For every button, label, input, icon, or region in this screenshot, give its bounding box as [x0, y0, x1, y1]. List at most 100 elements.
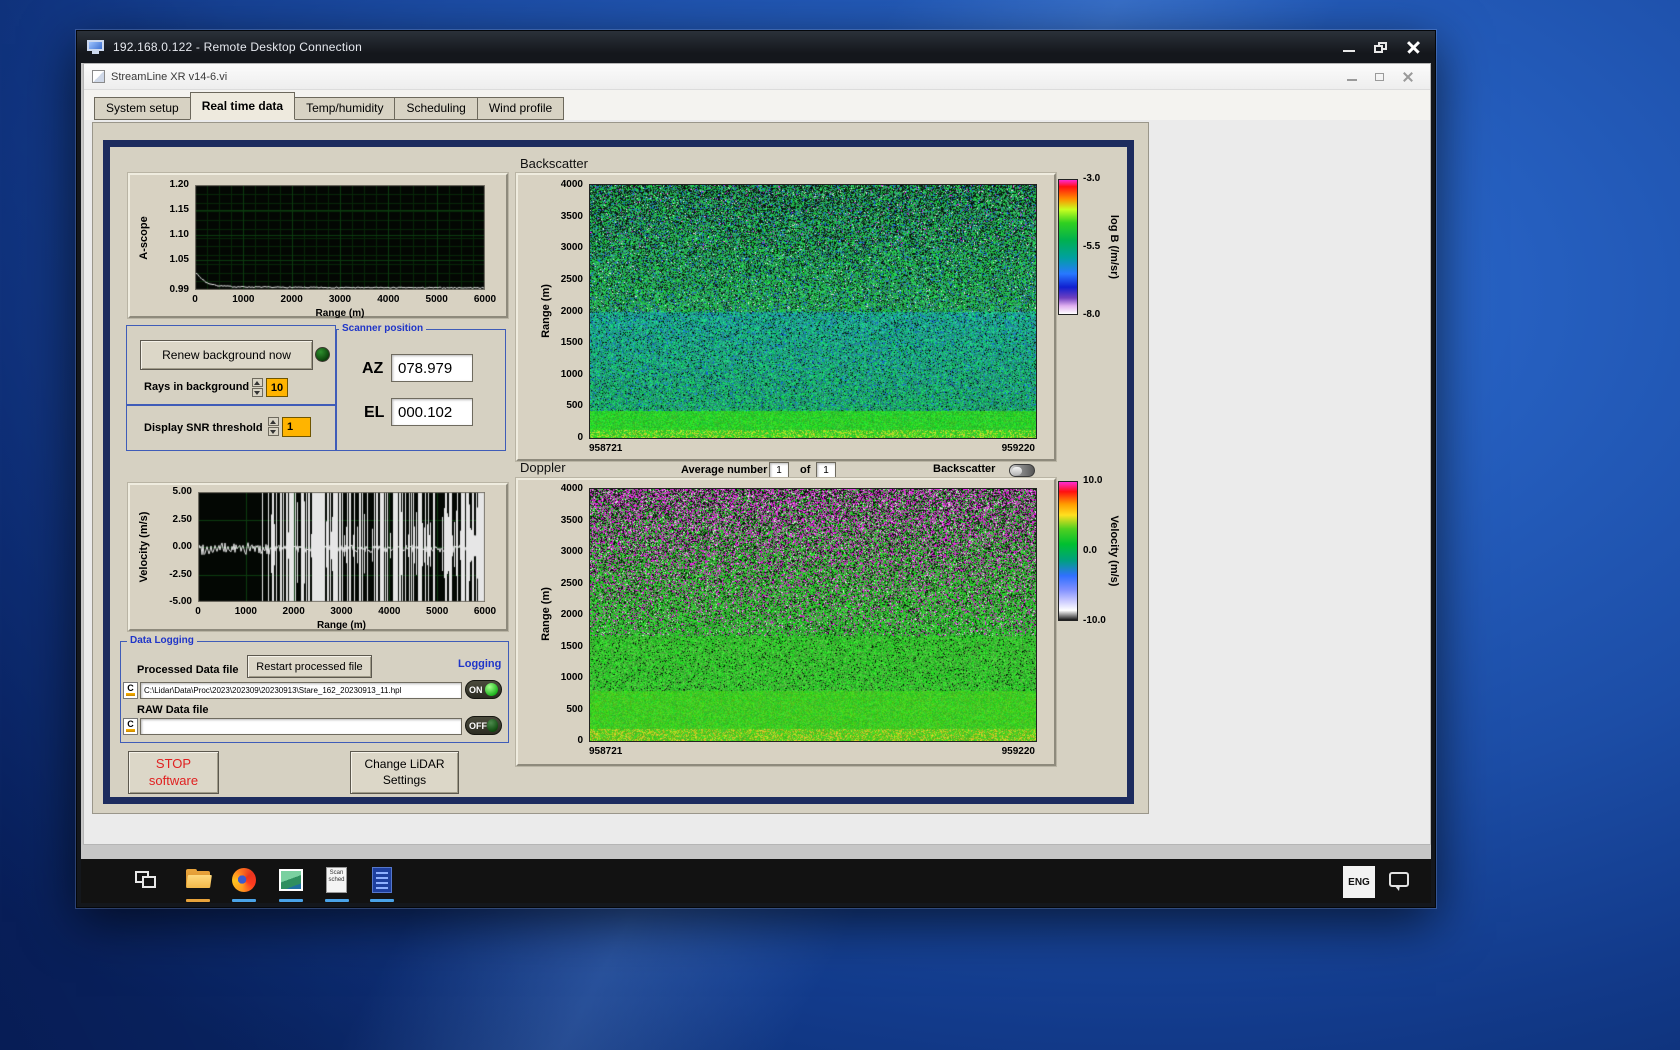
- photos-icon[interactable]: [278, 866, 304, 896]
- notification-chat-icon[interactable]: [1389, 872, 1409, 891]
- axis-tick-label: 5000: [425, 294, 448, 305]
- average-total-field[interactable]: 1: [816, 462, 836, 479]
- axis-tick-label: 958721: [589, 746, 623, 757]
- app-icon: [92, 70, 105, 83]
- rays-value-field[interactable]: 10: [266, 378, 288, 397]
- scanner-position-title: Scanner position: [339, 323, 427, 334]
- raw-data-file-label: RAW Data file: [137, 704, 209, 716]
- az-value-field[interactable]: 078.979: [391, 354, 473, 382]
- axis-tick-label: 3000: [560, 242, 583, 254]
- of-label: of: [800, 464, 811, 476]
- axis-tick-label: 500: [566, 400, 583, 412]
- average-number-label: Average number: [681, 464, 768, 476]
- stop-software-button[interactable]: STOP software: [128, 751, 219, 794]
- task-view-icon[interactable]: [133, 866, 159, 896]
- tab-bar: System setup Real time data Temp/humidity S…: [84, 90, 1430, 120]
- tab-scheduling[interactable]: Scheduling: [394, 97, 478, 120]
- axis-tick-label: 1.05: [169, 254, 189, 265]
- app-titlebar[interactable]: StreamLine XR v14-6.vi: [84, 64, 1430, 90]
- rdp-titlebar[interactable]: 192.168.0.122 - Remote Desktop Connectio…: [77, 31, 1435, 63]
- tab-wind-profile[interactable]: Wind profile: [476, 97, 565, 120]
- el-value-field[interactable]: 000.102: [391, 398, 473, 426]
- axis-tick-label: 0: [577, 735, 583, 746]
- axis-tick-label: 1000: [560, 672, 583, 683]
- axis-tick-label: 0: [192, 294, 198, 305]
- axis-tick-label: 1500: [560, 337, 583, 349]
- axis-tick-label: 2500: [560, 273, 583, 285]
- ascope-plot: [195, 185, 485, 290]
- logging-on-label: ON: [469, 684, 483, 695]
- el-label: EL: [364, 404, 385, 421]
- change-lidar-settings-button[interactable]: Change LiDAR Settings: [350, 751, 459, 794]
- rdp-restore-button[interactable]: [1365, 36, 1397, 58]
- axis-tick-label: 4000: [377, 294, 400, 305]
- colorbar-axis-label: Velocity (m/s): [1108, 515, 1120, 587]
- blue-document-running-indicator: [370, 899, 394, 902]
- drive-c-icon[interactable]: C: [123, 682, 138, 699]
- backscatter-plot: [589, 184, 1037, 439]
- axis-tick-label: 0: [195, 606, 201, 617]
- stop-label-line1: STOP: [155, 756, 192, 772]
- axis-tick-label: -2.50: [169, 568, 192, 580]
- axis-tick-label: 4000: [378, 606, 401, 617]
- front-panel: 1.20 1.15 1.10 1.05 0.99 0 1000 2000 3000 4000 500…: [92, 122, 1149, 814]
- tab-real-time-data[interactable]: Real time data: [189, 92, 296, 120]
- processed-path-field[interactable]: C:\Lidar\Data\Proc\2023\202309\20230913\…: [140, 682, 462, 699]
- firefox-running-indicator: [232, 899, 256, 902]
- axis-tick-label: 5.00: [172, 486, 192, 497]
- axis-tick-label: 959220: [1001, 443, 1035, 454]
- ascope-chart: 1.20 1.15 1.10 1.05 0.99 0 1000 2000 3000 4000 500…: [128, 173, 508, 319]
- backscatter-toggle[interactable]: [1009, 464, 1035, 477]
- firefox-icon[interactable]: [231, 866, 257, 896]
- raw-path-field[interactable]: [140, 718, 462, 735]
- scan-sched-icon[interactable]: Scan sched: [324, 866, 350, 896]
- restart-processed-file-button[interactable]: Restart processed file: [247, 655, 372, 678]
- axis-tick-label: 1.15: [169, 204, 189, 215]
- velocity-plot: [198, 492, 485, 602]
- app-restore-button[interactable]: [1366, 68, 1394, 86]
- file-explorer-running-indicator: [186, 899, 210, 902]
- raw-off-label: OFF: [469, 720, 487, 731]
- app-minimize-button[interactable]: [1338, 68, 1366, 86]
- snr-value-field[interactable]: 1: [282, 417, 311, 437]
- rdp-minimize-button[interactable]: [1333, 36, 1365, 58]
- background-led: [315, 347, 330, 362]
- logging-on-toggle[interactable]: ON: [465, 680, 502, 699]
- axis-tick-label: 2000: [560, 609, 583, 620]
- scan-sched-icon-label: Scan sched: [326, 867, 347, 893]
- raw-logging-toggle[interactable]: OFF: [465, 716, 502, 735]
- language-indicator[interactable]: ENG: [1343, 866, 1375, 898]
- data-logging-group: Data Logging Processed Data file Restart…: [120, 635, 509, 743]
- remote-desktop-icon: [87, 39, 105, 55]
- rays-in-background-label: Rays in background: [144, 381, 250, 393]
- average-number-field[interactable]: 1: [769, 462, 789, 479]
- background-group: Renew background now Rays in background …: [126, 325, 336, 405]
- axis-tick-label: 1000: [232, 294, 255, 305]
- drive-c-icon[interactable]: C: [123, 718, 138, 735]
- doppler-plot: [589, 488, 1037, 742]
- axis-tick-label: 3000: [560, 546, 583, 557]
- doppler-title: Doppler: [520, 460, 566, 475]
- axis-tick-label: 2500: [560, 577, 583, 589]
- backscatter-title: Backscatter: [520, 156, 588, 171]
- axis-tick-label: 3500: [560, 514, 583, 526]
- renew-background-button[interactable]: Renew background now: [140, 340, 313, 370]
- app-close-button[interactable]: [1394, 68, 1422, 86]
- axis-tick-label: 0: [577, 432, 583, 443]
- tab-system-setup[interactable]: System setup: [94, 97, 191, 120]
- snr-spinner[interactable]: [268, 417, 279, 436]
- rdp-close-button[interactable]: [1397, 36, 1429, 58]
- tab-temp-humidity[interactable]: Temp/humidity: [294, 97, 396, 120]
- rdp-window: 192.168.0.122 - Remote Desktop Connectio…: [76, 30, 1436, 908]
- change-label-line2: Settings: [382, 772, 427, 787]
- rays-spinner[interactable]: [252, 378, 263, 397]
- blue-document-icon[interactable]: [369, 866, 395, 896]
- y-axis-label: Range (m): [540, 587, 552, 641]
- y-axis-label: Range (m): [540, 283, 552, 338]
- backscatter-toggle-label: Backscatter: [933, 463, 996, 475]
- doppler-colorbar: [1058, 481, 1078, 621]
- x-axis-label: Range (m): [315, 308, 365, 319]
- colorbar-axis-label: log B (/m/sr): [1108, 214, 1120, 280]
- file-explorer-icon[interactable]: [185, 866, 212, 896]
- axis-tick-label: 4000: [560, 179, 583, 190]
